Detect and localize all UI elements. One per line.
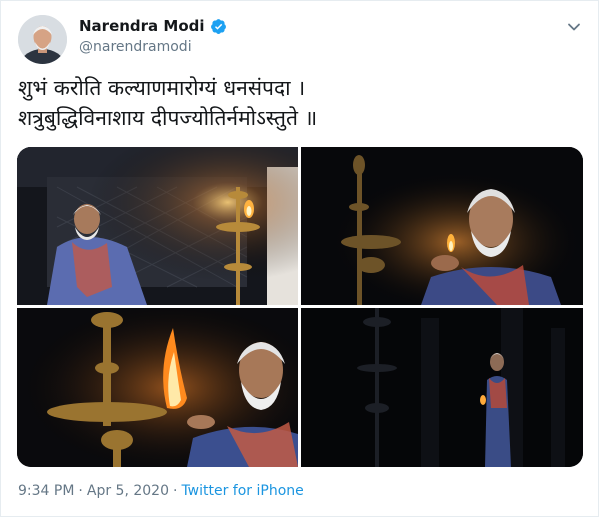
tweet-text-line-2: शत्रुबुद्धिविनाशाय दीपज्योतिर्नमोऽस्तुते… [18,106,318,130]
chevron-down-icon[interactable] [566,19,582,35]
tweet-text-line-1: शुभं करोति कल्याणमारोग्यं धनसंपदा । [18,76,306,100]
tweet-card: Narendra Modi @narendramodi शुभं करोति क… [0,0,599,517]
tweet-meta: 9:34 PM · Apr 5, 2020 · Twitter for iPho… [18,483,304,499]
author-name-row[interactable]: Narendra Modi [79,17,227,35]
media-grid [17,147,583,467]
author-handle[interactable]: @narendramodi [79,39,192,55]
media-photo-2[interactable] [301,147,583,305]
author-display-name[interactable]: Narendra Modi [79,17,205,35]
avatar-photo [18,15,67,64]
media-photo-4[interactable] [301,308,583,467]
tweet-date[interactable]: Apr 5, 2020 [87,483,169,499]
media-photo-1[interactable] [17,147,298,305]
verified-badge-icon [210,18,226,34]
media-photo-3[interactable] [17,308,298,467]
tweet-text: शुभं करोति कल्याणमारोग्यं धनसंपदा । शत्र… [18,73,583,133]
meta-separator-2: · [172,483,178,499]
avatar[interactable] [18,15,67,64]
tweet-time[interactable]: 9:34 PM [18,483,74,499]
tweet-source-link[interactable]: Twitter for iPhone [181,483,303,499]
meta-separator: · [78,483,83,499]
